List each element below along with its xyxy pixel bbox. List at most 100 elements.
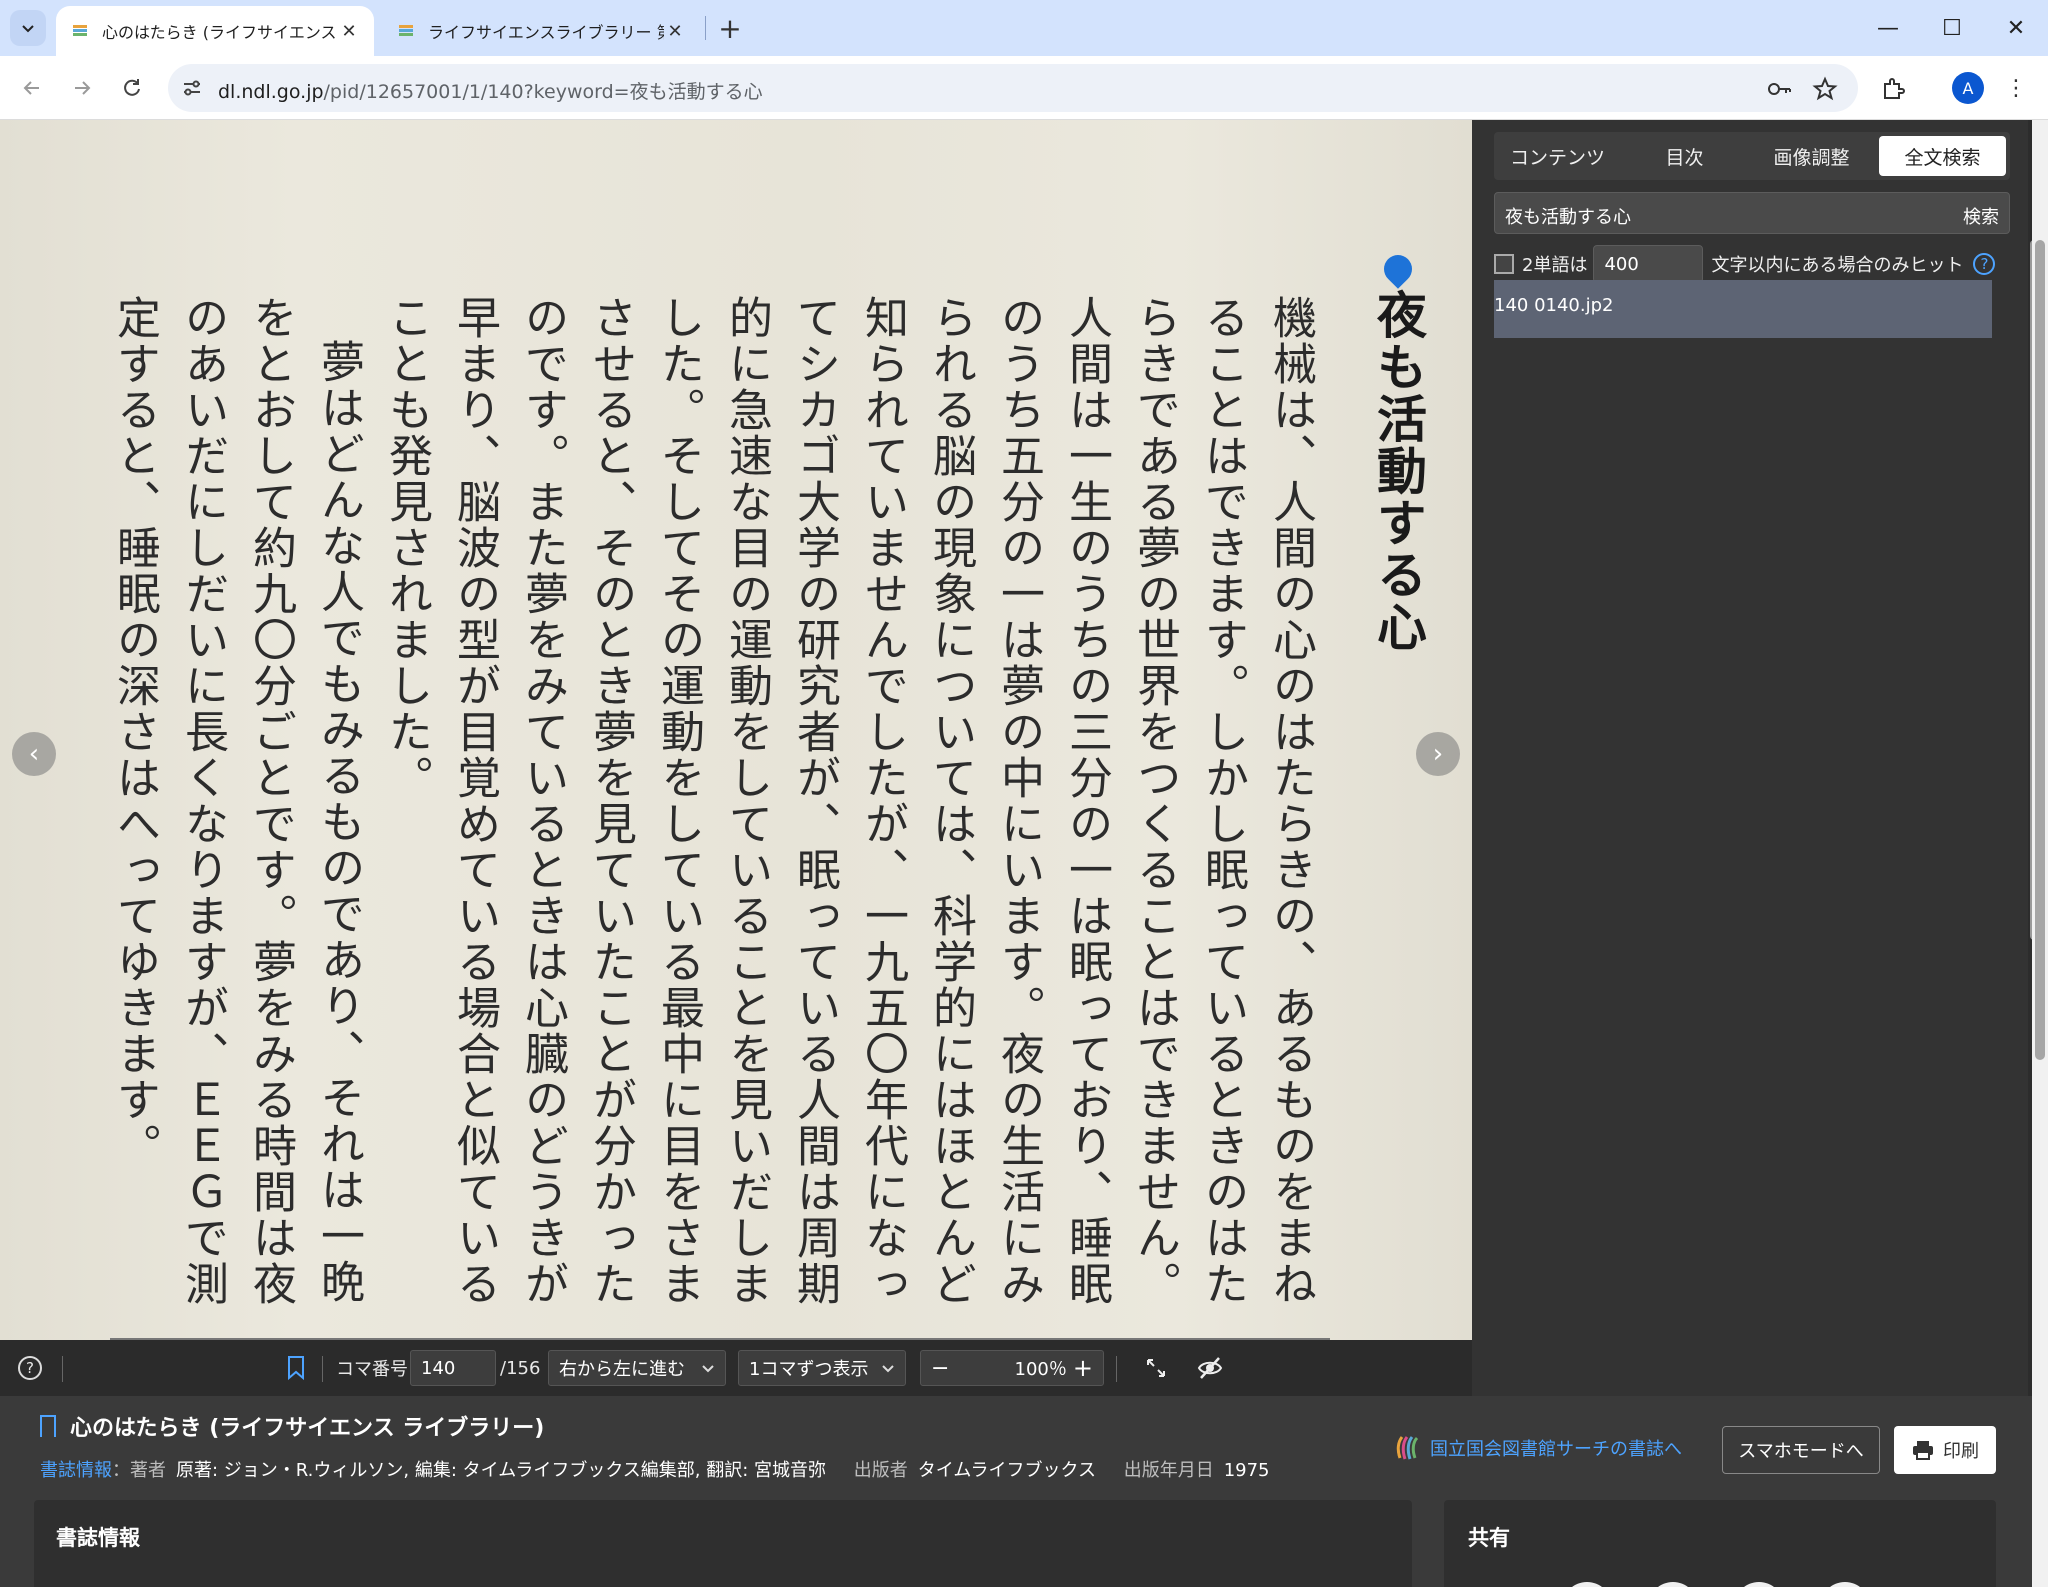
help-icon: ?: [18, 1356, 42, 1380]
minimize-button[interactable]: —: [1858, 6, 1918, 50]
tab-title: ライフサイエンスライブラリー 第9 - 国: [428, 23, 664, 42]
side-panel-tabs: コンテンツ 目次 画像調整 全文検索: [1494, 132, 2010, 180]
image-viewer[interactable]: 夜も活動する心 機械は、人間の心のはたらきの、あるものをまねることはできます。し…: [0, 120, 1472, 1340]
share-card-heading: 共有: [1468, 1526, 1510, 1550]
print-label: 印刷: [1943, 1441, 1979, 1462]
address-bar[interactable]: dl.ndl.go.jp/pid/12657001/1/140?keyword=…: [168, 64, 1858, 112]
tab-contents[interactable]: コンテンツ: [1494, 132, 1621, 180]
reload-button[interactable]: [112, 68, 152, 108]
date-value: 1975: [1223, 1460, 1270, 1481]
page-scrollbar[interactable]: [2032, 120, 2048, 1587]
bookmark-icon: [288, 1356, 304, 1381]
search-input[interactable]: 夜も活動する心: [1505, 203, 1631, 229]
book-title-text: 心のはたらき (ライフサイエンス ライブラリー): [70, 1416, 545, 1441]
proximity-distance-input[interactable]: 400: [1593, 245, 1704, 283]
expand-icon: [1147, 1359, 1165, 1377]
chevron-down-icon: [22, 25, 34, 33]
profile-avatar[interactable]: A: [1952, 72, 1984, 104]
maximize-button[interactable]: ☐: [1922, 6, 1982, 50]
divider: [322, 1356, 323, 1382]
search-hit-marker-icon: [1378, 249, 1418, 289]
biblio-card-heading: 書誌情報: [56, 1526, 140, 1550]
display-mode-select[interactable]: 1コマずつ表示: [738, 1350, 906, 1386]
arrow-right-icon: [75, 81, 91, 95]
tab-active[interactable]: 心のはたらき (ライフサイエンス ライブ ✕: [56, 6, 374, 56]
page-scan-image: 夜も活動する心 機械は、人間の心のはたらきの、あるものをまねることはできます。し…: [0, 120, 1472, 1340]
bookmark-icon[interactable]: [40, 1415, 56, 1437]
ndl-favicon-icon: [399, 25, 413, 36]
page-paragraph: 機械は、人間の心のはたらきの、あるものをまねることはできます。しかし眠っていると…: [381, 295, 1316, 1307]
help-icon[interactable]: ?: [1973, 253, 1996, 275]
hide-ui-button[interactable]: [1196, 1350, 1224, 1386]
ndl-search-link-text: 国立国会図書館サーチの書誌へ: [1430, 1439, 1682, 1460]
chevron-down-icon: [702, 1365, 714, 1373]
divider: [62, 1356, 63, 1382]
back-button[interactable]: [12, 68, 52, 108]
fullscreen-button[interactable]: [1144, 1350, 1168, 1386]
printer-icon: [1913, 1441, 1933, 1460]
frame-input-wrap: 140: [410, 1350, 496, 1386]
close-window-button[interactable]: ✕: [1986, 6, 2046, 50]
proximity-checkbox[interactable]: [1494, 254, 1514, 274]
zoom-out-button[interactable]: −: [931, 1356, 949, 1381]
ndl-favicon-icon: [73, 25, 87, 36]
extensions-puzzle-icon[interactable]: [1880, 76, 1906, 102]
proximity-suffix: 文字以内にある場合のみヒット: [1711, 255, 1964, 276]
forward-button[interactable]: [62, 68, 102, 108]
share-button[interactable]: [1562, 1582, 1612, 1587]
site-info-icon[interactable]: [180, 76, 204, 100]
next-page-button[interactable]: ›: [1416, 732, 1460, 776]
smartphone-mode-button[interactable]: スマホモードへ: [1722, 1426, 1880, 1474]
frame-total: /156: [500, 1357, 541, 1379]
url-path: /pid/12657001/1/140?keyword=夜も活動する心: [323, 81, 763, 103]
arrow-left-icon: [23, 81, 39, 95]
book-info-bar: 心のはたらき (ライフサイエンス ライブラリー) 書誌情報：著者 原著: ジョン・…: [0, 1396, 2032, 1587]
direction-value: 右から左に進む: [559, 1359, 685, 1380]
share-button[interactable]: [1820, 1582, 1870, 1587]
tab-toc[interactable]: 目次: [1621, 132, 1748, 180]
browser-toolbar: dl.ndl.go.jp/pid/12657001/1/140?keyword=…: [0, 56, 2048, 120]
publisher-value: タイムライフブックス: [917, 1460, 1096, 1481]
direction-select[interactable]: 右から左に進む: [548, 1350, 726, 1386]
bookmark-button[interactable]: [286, 1350, 306, 1386]
book-title: 心のはたらき (ライフサイエンス ライブラリー): [40, 1410, 544, 1442]
share-button[interactable]: [1734, 1582, 1784, 1587]
share-button[interactable]: [1648, 1582, 1698, 1587]
fulltext-search-box: 夜も活動する心 検索: [1494, 192, 2010, 234]
tab-fulltext-search[interactable]: 全文検索: [1879, 136, 2006, 176]
search-result-item[interactable]: 140 0140.jp2: [1494, 280, 1992, 338]
zoom-control: − 100％ +: [920, 1350, 1104, 1386]
new-tab-button[interactable]: +: [712, 10, 748, 46]
viewer-control-bar: ? コマ番号 140 /156 右から左に進む 1コマずつ表示 − 100％ +: [0, 1340, 1472, 1396]
ndl-search-link[interactable]: 国立国会図書館サーチの書誌へ: [1394, 1434, 1682, 1462]
bookmark-star-icon[interactable]: [1812, 76, 1838, 102]
biblio-info-link[interactable]: 書誌情報: [40, 1460, 112, 1481]
proximity-option: 2単語は 400 文字以内にある場合のみヒット ?: [1494, 244, 2010, 284]
biblio-card: 書誌情報: [34, 1500, 1412, 1587]
scrollbar-thumb[interactable]: [2035, 240, 2045, 1060]
url-text: dl.ndl.go.jp/pid/12657001/1/140?keyword=…: [218, 77, 763, 104]
prev-page-button[interactable]: ‹: [12, 732, 56, 776]
author-value: 原著: ジョン・R.ウィルソン, 編集: タイムライフブックス編集部, 翻訳: …: [176, 1460, 827, 1481]
search-button[interactable]: 検索: [1963, 203, 1999, 229]
print-button[interactable]: 印刷: [1894, 1426, 1996, 1474]
tab-search-button[interactable]: [10, 10, 46, 46]
side-panel: コンテンツ 目次 画像調整 全文検索 夜も活動する心 検索 2単語は 400 文…: [1472, 120, 2040, 1396]
url-host: dl.ndl.go.jp: [218, 81, 324, 103]
password-key-icon[interactable]: [1766, 76, 1792, 102]
tab-image-adjust[interactable]: 画像調整: [1748, 132, 1875, 180]
frame-number-input[interactable]: 140: [410, 1350, 496, 1386]
display-select-wrap: 1コマずつ表示: [738, 1350, 906, 1386]
divider: [1116, 1356, 1117, 1382]
help-button[interactable]: ?: [18, 1350, 42, 1386]
reload-icon: [124, 79, 140, 96]
page-paragraph: 夢はどんな人でもみるものであり、それは一晩をとおして約九〇分ごとです。夢をみる時…: [109, 295, 364, 1307]
tab-inactive[interactable]: ライフサイエンスライブラリー 第9 - 国 ✕: [382, 6, 700, 56]
eye-off-icon: [1197, 1357, 1223, 1379]
close-tab-icon[interactable]: ✕: [338, 20, 360, 42]
close-tab-icon[interactable]: ✕: [664, 20, 686, 42]
zoom-in-button[interactable]: +: [1073, 1354, 1093, 1382]
browser-menu-icon[interactable]: ⋮: [2000, 70, 2032, 106]
page-text: 夜も活動する心 機械は、人間の心のはたらきの、あるものをまねることはできます。し…: [100, 249, 1432, 1335]
browser-tab-strip: 心のはたらき (ライフサイエンス ライブ ✕ ライフサイエンスライブラリー 第9…: [0, 0, 2048, 56]
